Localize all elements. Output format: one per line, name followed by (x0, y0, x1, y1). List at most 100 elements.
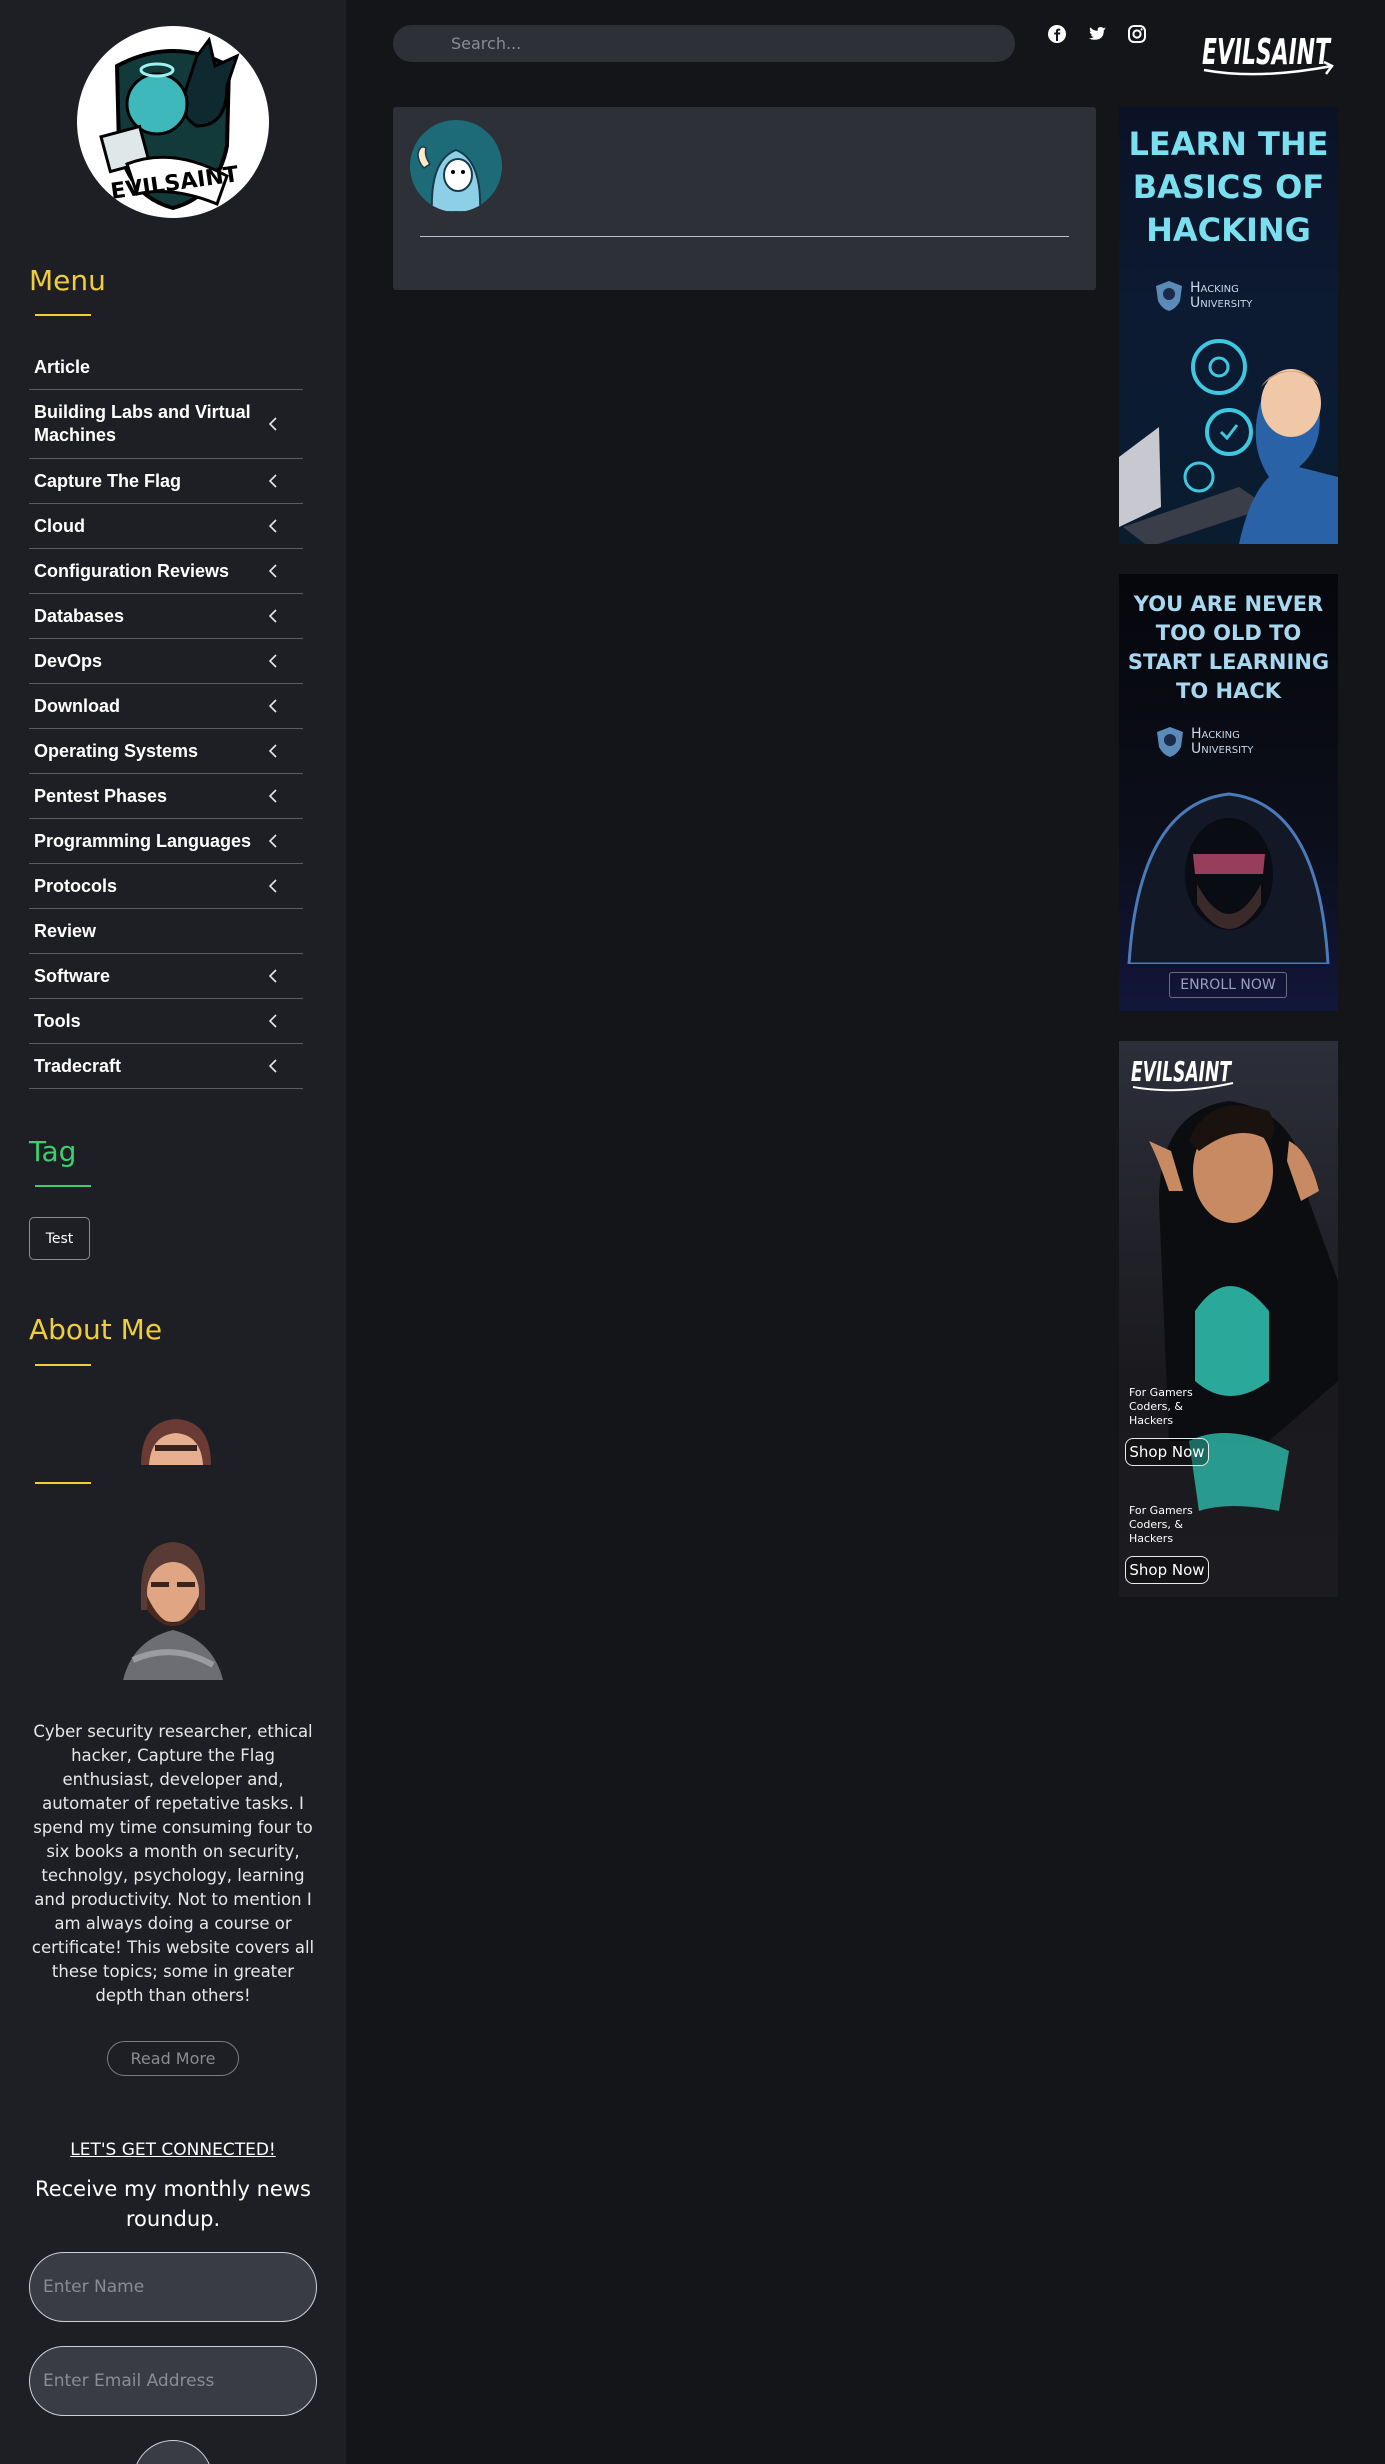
ad2-enroll-now-button[interactable]: ENROLL NOW (1169, 972, 1287, 998)
sidebar-item-tradecraft[interactable]: Tradecraft (29, 1044, 303, 1089)
sidebar-item-label: Operating Systems (34, 740, 199, 761)
about-title: About Me (29, 1313, 163, 1346)
tag-test-button[interactable]: Test (29, 1217, 90, 1260)
chevron-left-icon[interactable] (263, 1011, 283, 1031)
newsletter-subheading: Receive my monthly news roundup. (35, 2177, 311, 2231)
sidebar-item-capture-the-flag[interactable]: Capture The Flag (29, 459, 303, 504)
search-input[interactable] (393, 25, 1015, 62)
twitter-icon[interactable] (1086, 23, 1108, 45)
about-divider (35, 1482, 91, 1484)
tag-title-underline (35, 1185, 91, 1187)
shield-icon (1156, 281, 1182, 311)
chevron-left-icon[interactable] (263, 561, 283, 581)
chevron-left-icon[interactable] (263, 786, 283, 806)
ad1-brand-line: Hacking (1190, 280, 1239, 296)
sidebar-item-label: Tradecraft (34, 1055, 122, 1076)
evilsaint-wordmark-icon: EVILSAINT (1202, 32, 1334, 76)
sidebar-item-protocols[interactable]: Protocols (29, 864, 303, 909)
post-divider (420, 236, 1069, 237)
chevron-left-icon[interactable] (263, 606, 283, 626)
about-title-underline (35, 1364, 91, 1366)
sidebar-item-label: DevOps (34, 650, 103, 671)
header-logo[interactable]: EVILSAINT (1198, 18, 1338, 82)
sidebar-item-label: Cloud (34, 515, 85, 536)
post-author-avatar[interactable] (410, 120, 502, 212)
ad2-headline-line: TO HACK (1176, 679, 1281, 703)
author-avatar (123, 1542, 223, 1680)
sidebar-menu: Article Building Labs and Virtual Machin… (29, 345, 303, 1089)
sidebar-item-configuration-reviews[interactable]: Configuration Reviews (29, 549, 303, 594)
newsletter-email-input[interactable] (29, 2346, 317, 2416)
hooded-mascot-icon (410, 120, 502, 212)
chevron-left-icon[interactable] (263, 831, 283, 851)
sidebar-item-label: Tools (34, 1010, 81, 1031)
ad3-tagline: For Gamers Coders, & Hackers (1129, 1386, 1193, 1427)
sidebar-item-review[interactable]: Review (29, 909, 303, 954)
ad2-headline-line: YOU ARE NEVER (1133, 592, 1324, 616)
menu-title-underline (35, 314, 91, 316)
ad2-headline-line: TOO OLD TO (1155, 621, 1302, 645)
chevron-left-icon[interactable] (263, 696, 283, 716)
about-me-text: Cyber security researcher, ethical hacke… (31, 1722, 315, 2005)
sidebar-item-tools[interactable]: Tools (29, 999, 303, 1044)
sidebar-item-label: Article (34, 356, 91, 377)
sidebar-item-label: Pentest Phases (34, 785, 168, 806)
sidebar-item-operating-systems[interactable]: Operating Systems (29, 729, 303, 774)
tag-title: Tag (29, 1135, 77, 1168)
ad1-headline-line: HACKING (1146, 211, 1311, 249)
sidebar: EVILSAINT Menu Article Building Labs and… (0, 0, 346, 2464)
sidebar-item-software[interactable]: Software (29, 954, 303, 999)
chevron-left-icon[interactable] (263, 651, 283, 671)
author-avatar-cropped (141, 1419, 211, 1465)
sidebar-item-label: Databases (34, 605, 125, 626)
sidebar-item-article[interactable]: Article (29, 345, 303, 390)
sidebar-item-programming-languages[interactable]: Programming Languages (29, 819, 303, 864)
chevron-left-icon[interactable] (263, 741, 283, 761)
post-card (393, 107, 1096, 290)
sidebar-item-databases[interactable]: Databases (29, 594, 303, 639)
ad1-brand: Hacking University (1154, 279, 1252, 313)
sidebar-item-label: Download (34, 695, 120, 716)
chevron-left-icon[interactable] (263, 471, 283, 491)
ad2-headline-line: START LEARNING (1127, 650, 1330, 674)
sidebar-item-label: Protocols (34, 875, 118, 896)
sidebar-item-devops[interactable]: DevOps (29, 639, 303, 684)
ad1-headline-line: LEARN THE (1128, 125, 1329, 163)
sidebar-item-label: Capture The Flag (34, 470, 182, 491)
ad3-shop-now-button[interactable]: Shop Now (1125, 1438, 1209, 1466)
sidebar-item-download[interactable]: Download (29, 684, 303, 729)
sidebar-item-building-labs[interactable]: Building Labs and Virtual Machines (29, 390, 303, 459)
ad2-brand-line: Hacking (1191, 726, 1240, 742)
sidebar-item-cloud[interactable]: Cloud (29, 504, 303, 549)
chevron-left-icon[interactable] (263, 876, 283, 896)
sidebar-item-label: Building Labs and Virtual Machines (34, 402, 251, 445)
facebook-icon[interactable] (1046, 23, 1068, 45)
shield-icon (1157, 727, 1183, 757)
sidebar-item-pentest-phases[interactable]: Pentest Phases (29, 774, 303, 819)
evilsaint-mascot-icon: EVILSAINT (99, 36, 240, 211)
ad2-hooded-hacker-illustration (1127, 792, 1330, 964)
ad3-tagline: For Gamers Coders, & Hackers (1129, 1504, 1193, 1545)
ad3-shop-now-button[interactable]: Shop Now (1125, 1556, 1209, 1584)
ad-never-too-old-banner[interactable]: YOU ARE NEVER TOO OLD TO START LEARNING … (1119, 574, 1338, 1011)
ad2-brand: Hacking University (1155, 725, 1253, 759)
newsletter-submit-button[interactable] (133, 2440, 213, 2464)
site-logo[interactable]: EVILSAINT (77, 26, 269, 218)
read-more-button[interactable]: Read More (107, 2041, 239, 2076)
ad-evilsaint-hoodie-banner[interactable]: EVILSAINT For Gamers Coders, & Hackers S… (1119, 1041, 1338, 1597)
newsletter-name-input[interactable] (29, 2252, 317, 2322)
menu-title: Menu (29, 264, 106, 297)
chevron-left-icon[interactable] (263, 1056, 283, 1076)
sidebar-item-label: Configuration Reviews (34, 560, 230, 581)
instagram-icon[interactable] (1126, 23, 1148, 45)
sidebar-item-label: Programming Languages (34, 830, 252, 851)
chevron-left-icon[interactable] (263, 966, 283, 986)
sidebar-item-label: Software (34, 965, 111, 986)
ad1-brand-line: University (1190, 295, 1253, 311)
chevron-left-icon[interactable] (263, 516, 283, 536)
newsletter-heading-link[interactable]: LET'S GET CONNECTED! (0, 2140, 346, 2160)
ad-learn-hacking-banner[interactable]: LEARN THE BASICS OF HACKING Hacking Unive… (1119, 107, 1338, 544)
sidebar-item-label: Review (34, 920, 97, 941)
ad1-baby-laptop-illustration (1119, 339, 1338, 544)
chevron-left-icon[interactable] (263, 414, 283, 434)
